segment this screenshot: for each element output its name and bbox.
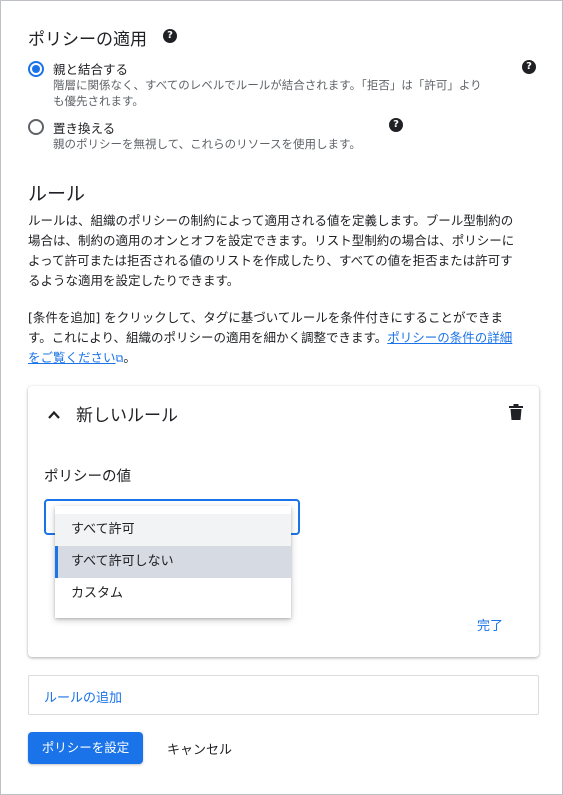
conditions-description-line: [条件を追加] をクリックして、タグに基づいてルールを条件付きにすることができま xyxy=(28,310,503,325)
option-custom[interactable]: カスタム xyxy=(55,578,291,610)
policy-conditions-link[interactable]: ポリシーの条件の詳細 xyxy=(387,330,512,345)
help-icon[interactable]: ? xyxy=(163,29,177,43)
policy-value-label: ポリシーの値 xyxy=(44,469,131,485)
merge-with-parent-radio[interactable] xyxy=(28,61,44,77)
conditions-description-line: をご覧ください⧉。 xyxy=(28,348,538,369)
rules-description: ルールは、組織のポリシーの制約によって適用される値を定義します。ブール型制約の … xyxy=(28,211,538,291)
merge-with-parent-description-line2: も優先されます。 xyxy=(53,94,144,108)
done-button[interactable]: 完了 xyxy=(477,615,503,634)
rules-description-line: ルールは、組織のポリシーの制約によって適用される値を定義します。ブール型制約の xyxy=(28,213,514,228)
policy-panel: ポリシーの適用 ? 親と結合する 階層に関係なく、すべてのレベルでルールが結合さ… xyxy=(0,0,563,795)
rules-title: ルール xyxy=(28,183,86,205)
set-policy-button[interactable]: ポリシーを設定 xyxy=(28,732,143,764)
rules-description-line: よって許可または拒否される値のリストを作成したり、すべての値を拒否または許可す xyxy=(28,253,513,268)
conditions-description: [条件を追加] をクリックして、タグに基づいてルールを条件付きにすることができま… xyxy=(28,308,538,369)
help-icon[interactable]: ? xyxy=(389,118,403,132)
help-icon[interactable]: ? xyxy=(522,60,536,74)
merge-with-parent-description-line1: 階層に関係なく、すべてのレベルでルールが結合されます。「拒否」は「許可」より xyxy=(53,78,482,92)
chevron-up-icon[interactable] xyxy=(47,408,61,422)
conditions-description-line: す。これにより、組織のポリシーの適用を細かく調整できます。ポリシーの条件の詳細 xyxy=(28,328,538,348)
rule-title: 新しいルール xyxy=(76,406,178,426)
rules-description-line: 場合は、制約の適用のオンとオフを設定できます。リスト型制約の場合は、ポリシーに xyxy=(28,233,515,248)
replace-description: 親のポリシーを無視して、これらのリソースを使用します。 xyxy=(53,137,361,151)
replace-label: 置き換える xyxy=(53,121,116,136)
rules-description-line: るような適用を設定したりできます。 xyxy=(28,273,240,288)
add-rule-button[interactable]: ルールの追加 xyxy=(28,675,539,715)
trash-icon[interactable] xyxy=(509,404,523,420)
period-text: 。 xyxy=(123,350,136,365)
conditions-description-text: す。これにより、組織のポリシーの適用を細かく調整できます。 xyxy=(28,330,388,345)
policy-conditions-link[interactable]: をご覧ください xyxy=(28,350,116,365)
cancel-button[interactable]: キャンセル xyxy=(167,739,232,758)
policy-value-dropdown: すべて許可 すべて許可しない カスタム xyxy=(55,506,291,618)
option-deny-all[interactable]: すべて許可しない xyxy=(55,546,291,578)
option-allow-all[interactable]: すべて許可 xyxy=(55,514,291,546)
merge-with-parent-label: 親と結合する xyxy=(53,62,129,77)
policy-enforcement-title: ポリシーの適用 xyxy=(28,30,147,50)
replace-radio[interactable] xyxy=(28,119,44,135)
add-rule-label: ルールの追加 xyxy=(44,691,123,706)
